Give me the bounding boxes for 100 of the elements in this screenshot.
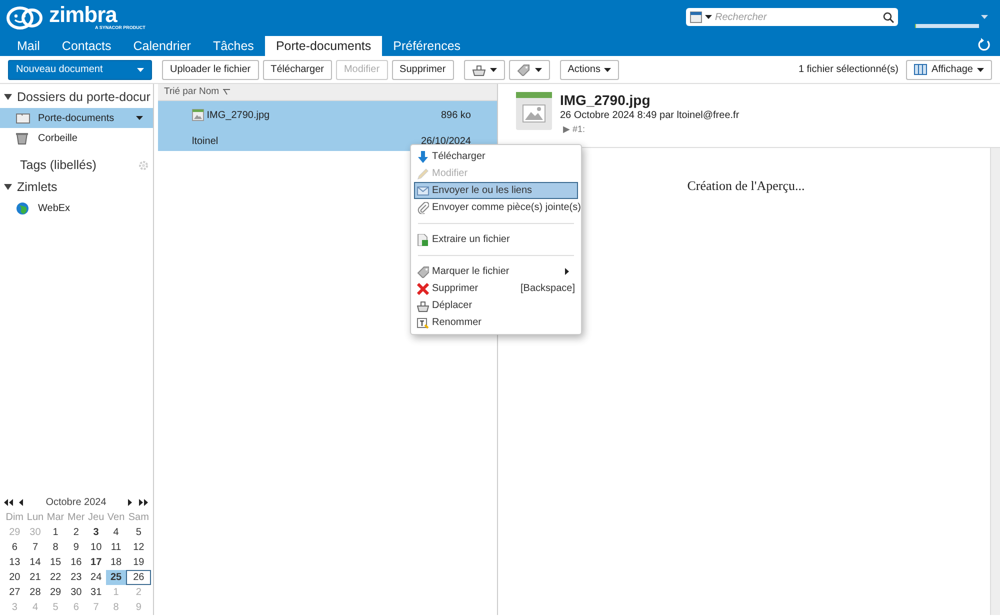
folder-item[interactable]: WebEx	[0, 198, 153, 218]
calendar-day[interactable]: 30	[66, 585, 86, 600]
section-header[interactable]: Dossiers du porte-docur	[17, 88, 150, 106]
calendar-day[interactable]: 10	[86, 540, 106, 555]
calendar-day[interactable]: 2	[66, 525, 86, 540]
menu-item[interactable]: Extraire un fichier	[414, 231, 578, 248]
menu-item[interactable]: Supprimer [Backspace]	[414, 280, 578, 297]
calendar-day[interactable]: 22	[45, 570, 66, 585]
toolbar-button[interactable]: Supprimer	[392, 60, 454, 80]
view-button[interactable]: Affichage	[906, 60, 992, 80]
calendar-day[interactable]: 27	[4, 585, 26, 600]
calendar-day[interactable]: 25	[106, 570, 126, 585]
file-size: 896 ko	[440, 108, 471, 122]
pencil-icon	[417, 168, 429, 180]
new-document-button[interactable]: Nouveau document	[8, 60, 152, 80]
trash-icon	[16, 132, 30, 144]
nav-tab[interactable]: Mail	[6, 36, 51, 56]
calendar-day[interactable]: 12	[126, 540, 151, 555]
calendar-day[interactable]: 8	[45, 540, 66, 555]
file-row[interactable]: IMG_2790.jpg 896 ko ltoinel 26/10/2024	[158, 101, 497, 151]
globe-icon	[16, 202, 30, 214]
file-extract-icon	[417, 234, 429, 246]
caret-icon	[705, 15, 712, 19]
nav-tab[interactable]: Préférences	[382, 36, 472, 56]
menu-item[interactable]: Renommer	[414, 314, 578, 331]
month-title: Octobre 2024	[46, 496, 106, 510]
calendar-day[interactable]: 16	[66, 555, 86, 570]
caret-icon	[137, 68, 144, 72]
calendar-day[interactable]: 13	[4, 555, 26, 570]
calendar-day[interactable]: 15	[45, 555, 66, 570]
actions-button[interactable]: Actions	[560, 60, 620, 80]
refresh-icon[interactable]	[978, 38, 991, 51]
menu-item[interactable]: Marquer le fichier	[414, 263, 578, 280]
weekday-label: Mer	[66, 511, 86, 525]
last-icon	[138, 498, 148, 506]
calendar-day[interactable]: 11	[106, 540, 126, 555]
calendar-day[interactable]: 31	[86, 585, 106, 600]
folder-item[interactable]: Corbeille	[0, 128, 153, 148]
toolbar-button[interactable]: Télécharger	[262, 60, 332, 80]
calendar-day[interactable]: 3	[86, 525, 106, 540]
file-name: IMG_2790.jpg	[206, 108, 270, 122]
calendar-day[interactable]: 17	[86, 555, 106, 570]
menu-item[interactable]: Envoyer le ou les liens	[414, 182, 578, 199]
expand-icon[interactable]	[4, 183, 12, 191]
caret-icon	[136, 116, 143, 120]
delete-icon	[417, 282, 429, 294]
preview-loading-text: Création de l'Aperçu...	[687, 176, 805, 192]
calendar-day[interactable]: 4	[106, 525, 126, 540]
next-icon	[128, 498, 133, 506]
move-button[interactable]	[464, 60, 505, 80]
caret-icon	[981, 15, 988, 19]
nav-tab[interactable]: Contacts	[50, 36, 122, 56]
preview-meta: 26 Octobre 2024 8:49 par ltoinel@free.fr	[560, 109, 740, 123]
menu-item[interactable]: Télécharger	[414, 148, 578, 165]
section-header[interactable]: Tags (libellés)	[20, 156, 96, 174]
selection-status: 1 fichier sélectionné(s)	[798, 63, 898, 77]
calendar-day[interactable]: 18	[106, 555, 126, 570]
sort-icon	[223, 89, 230, 95]
basket-icon	[417, 300, 429, 312]
search-icon	[883, 12, 894, 22]
calendar-day[interactable]: 26	[126, 570, 151, 585]
calendar-day[interactable]: 6	[4, 540, 26, 555]
calendar-day[interactable]: 19	[126, 555, 151, 570]
menu-item[interactable]: Déplacer	[414, 297, 578, 314]
calendar-day[interactable]: 29	[45, 585, 66, 600]
calendar-day[interactable]: 1	[45, 525, 66, 540]
paperclip-icon	[417, 202, 429, 214]
nav-tab[interactable]: Calendrier	[122, 36, 202, 56]
calendar-day[interactable]: 5	[126, 525, 151, 540]
envelope-icon	[417, 184, 429, 196]
menu-item[interactable]: Envoyer comme pièce(s) jointe(s)	[414, 199, 578, 216]
calendar-day[interactable]: 28	[25, 585, 46, 600]
search-box[interactable]: Rechercher	[686, 8, 898, 26]
image-file-icon	[516, 92, 552, 130]
calendar-day[interactable]: 20	[4, 570, 26, 585]
expand-icon[interactable]	[4, 93, 12, 101]
folder-item[interactable]: Porte-documents	[0, 108, 153, 128]
calendar-icon	[690, 11, 702, 23]
version-toggle[interactable]: ▶ #1:	[560, 123, 740, 136]
tag-icon	[417, 266, 429, 278]
calendar-day[interactable]: 23	[66, 570, 86, 585]
toolbar-button[interactable]: Uploader le fichier	[162, 60, 259, 80]
nav-tab[interactable]: Porte-documents	[264, 36, 382, 56]
calendar-day[interactable]: 24	[86, 570, 106, 585]
weekday-label: Jeu	[87, 511, 106, 525]
scrollbar[interactable]	[990, 148, 1000, 615]
sort-label[interactable]: Trié par Nom	[164, 84, 220, 100]
calendar-day[interactable]: 14	[25, 555, 46, 570]
weekday-label: Ven	[106, 511, 126, 525]
basket-icon	[472, 64, 486, 76]
weekday-label: Sam	[127, 511, 150, 525]
calendar-day[interactable]: 21	[25, 570, 46, 585]
nav-tab[interactable]: Tâches	[202, 36, 265, 56]
tag-button[interactable]	[508, 60, 550, 80]
first-icon	[4, 498, 13, 506]
caret-icon	[977, 68, 984, 72]
section-header[interactable]: Zimlets	[17, 178, 58, 196]
calendar-day[interactable]: 7	[25, 540, 46, 555]
caret-icon	[490, 68, 497, 72]
calendar-day[interactable]: 9	[66, 540, 86, 555]
